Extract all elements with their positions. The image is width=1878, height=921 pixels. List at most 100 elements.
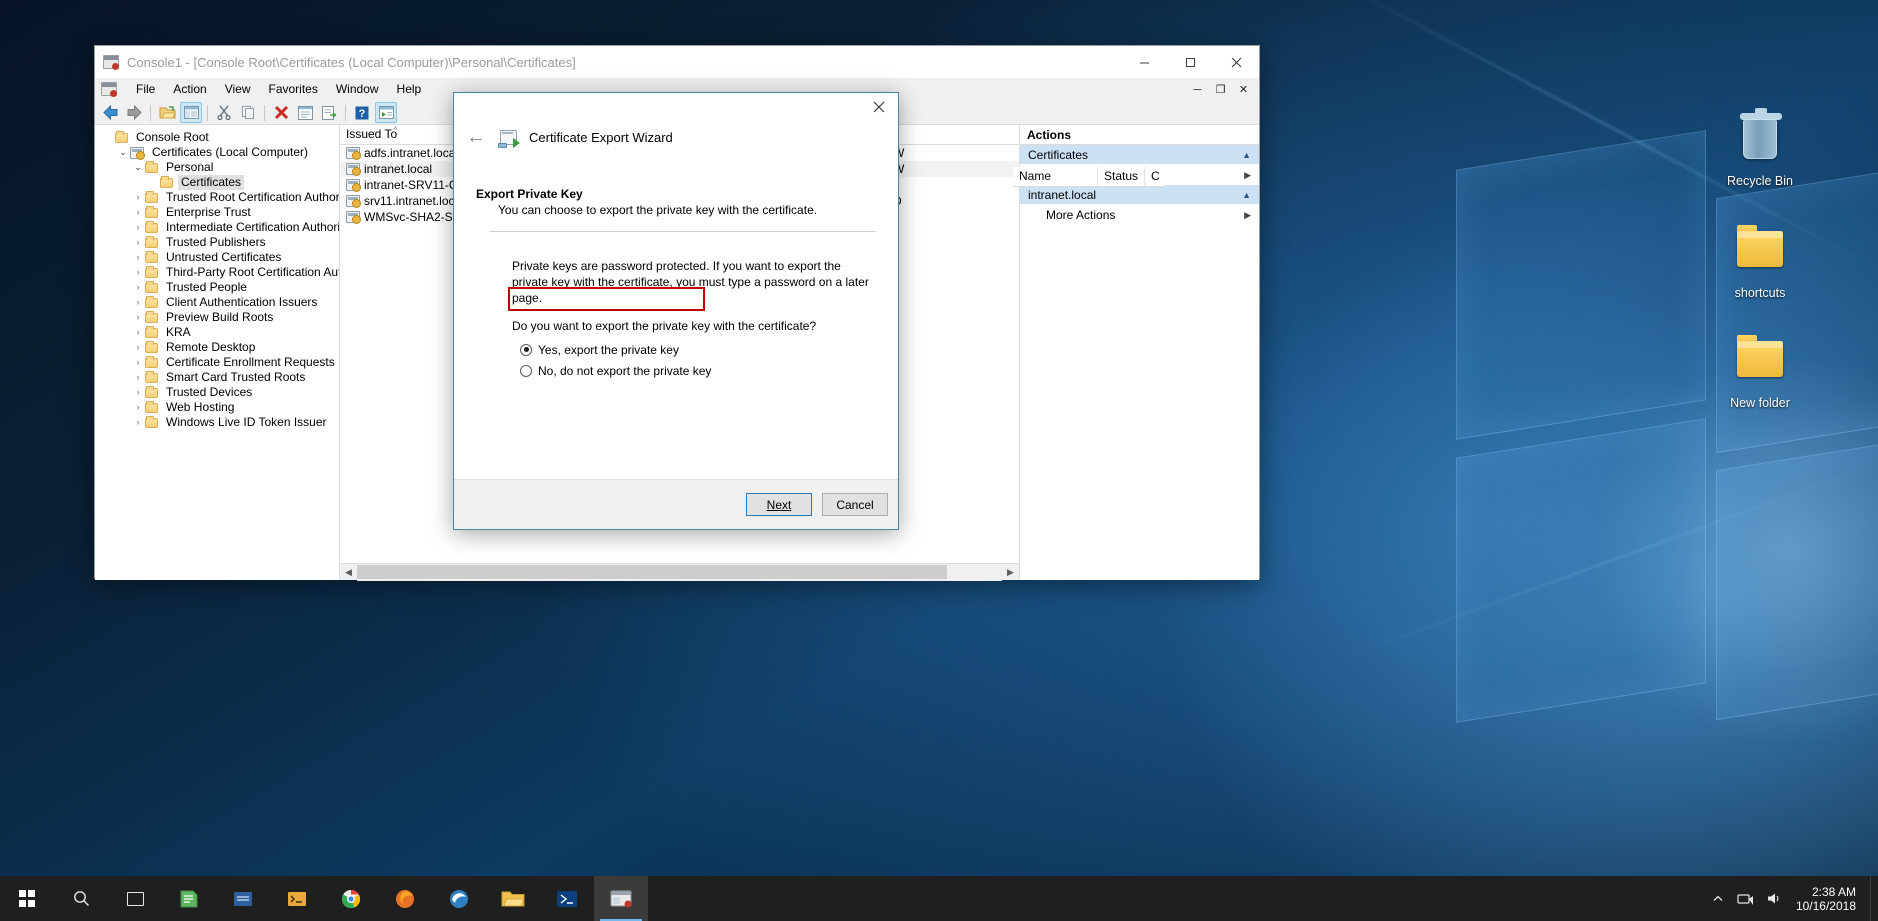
column-header-issued-to[interactable]: Issued To ^ [340, 125, 452, 144]
tree-item[interactable]: Console Root [95, 130, 339, 145]
minimize-button[interactable] [1121, 46, 1167, 78]
horizontal-scrollbar[interactable]: ◀ ▶ [340, 563, 1019, 581]
menu-item-window[interactable]: Window [327, 79, 388, 99]
taskbar-app-chrome[interactable] [324, 876, 378, 921]
menu-item-file[interactable]: File [127, 79, 164, 99]
tree-item[interactable]: › Windows Live ID Token Issuer [95, 415, 339, 430]
next-button[interactable]: Next [746, 493, 812, 516]
chevron-right-icon[interactable]: › [131, 310, 145, 325]
menu-item-help[interactable]: Help [388, 79, 431, 99]
chevron-right-icon[interactable]: › [131, 190, 145, 205]
properties-button[interactable] [294, 102, 316, 123]
tree-item[interactable]: › Trusted Publishers [95, 235, 339, 250]
menu-item-favorites[interactable]: Favorites [260, 79, 327, 99]
chevron-right-icon[interactable]: › [131, 355, 145, 370]
help-button[interactable]: ? [351, 102, 373, 123]
document-minimize-button[interactable]: ─ [1191, 84, 1204, 96]
tree-item[interactable]: › KRA [95, 325, 339, 340]
scroll-left-button[interactable]: ◀ [340, 564, 357, 581]
taskbar-clock[interactable]: 2:38 AM 10/16/2018 [1788, 885, 1870, 913]
chevron-right-icon[interactable]: › [131, 220, 145, 235]
chevron-right-icon[interactable]: › [131, 280, 145, 295]
desktop-icon-shortcuts[interactable]: shortcuts [1708, 222, 1812, 301]
menu-item-action[interactable]: Action [164, 79, 215, 99]
cut-button[interactable] [213, 102, 235, 123]
tree-item[interactable]: › Certificate Enrollment Requests [95, 355, 339, 370]
wizard-close-button[interactable] [860, 93, 898, 121]
taskbar-app-edge[interactable] [432, 876, 486, 921]
tray-expand-chevron-icon[interactable] [1704, 876, 1732, 921]
open-folder-button[interactable] [156, 102, 178, 123]
document-close-button[interactable]: ✕ [1237, 83, 1250, 96]
scrollbar-thumb[interactable] [357, 564, 947, 579]
tree-item[interactable]: › Trusted Devices [95, 385, 339, 400]
desktop-icon-new-folder[interactable]: New folder [1708, 332, 1812, 411]
back-arrow-icon[interactable]: ← [464, 125, 488, 149]
scroll-right-button[interactable]: ▶ [1002, 564, 1019, 581]
tree-item[interactable]: › Web Hosting [95, 400, 339, 415]
taskbar-app-filezilla[interactable] [216, 876, 270, 921]
start-button[interactable] [0, 876, 54, 921]
forward-button[interactable] [123, 102, 145, 123]
tree-item[interactable]: › Untrusted Certificates [95, 250, 339, 265]
tray-network-icon[interactable] [1732, 876, 1760, 921]
export-list-button[interactable] [318, 102, 340, 123]
column-header-name[interactable]: Name [1013, 167, 1098, 186]
taskbar-app-notepadpp[interactable] [162, 876, 216, 921]
chevron-right-icon[interactable]: › [131, 415, 145, 430]
document-restore-button[interactable]: ❐ [1214, 83, 1227, 96]
close-button[interactable] [1213, 46, 1259, 78]
chevron-right-icon[interactable]: › [131, 370, 145, 385]
chevron-right-icon[interactable]: › [131, 400, 145, 415]
column-header-c[interactable]: C [1145, 167, 1165, 186]
console-tree-pane[interactable]: Console Root ⌄ Certificates (Local Compute… [95, 125, 340, 580]
tree-item[interactable]: › Preview Build Roots [95, 310, 339, 325]
collapse-triangle-icon[interactable]: ▲ [1242, 190, 1251, 200]
chevron-right-icon[interactable]: › [131, 265, 145, 280]
chevron-right-icon[interactable]: › [131, 235, 145, 250]
tray-volume-icon[interactable] [1760, 876, 1788, 921]
desktop-icon-recycle-bin[interactable]: Recycle Bin [1708, 108, 1812, 189]
tree-item[interactable]: › Third-Party Root Certification Authorit… [95, 265, 340, 280]
task-view-button[interactable] [108, 876, 162, 921]
radio-button-icon[interactable] [520, 343, 532, 356]
taskbar-app-powershell[interactable] [540, 876, 594, 921]
taskbar-app-explorer[interactable] [486, 876, 540, 921]
chevron-right-icon[interactable]: › [131, 385, 145, 400]
scrollbar-track[interactable] [357, 563, 1002, 581]
chevron-right-icon[interactable]: › [131, 340, 145, 355]
chevron-right-icon[interactable]: › [131, 295, 145, 310]
taskbar-app-firefox[interactable] [378, 876, 432, 921]
tree-item[interactable]: › Trusted People [95, 280, 339, 295]
chevron-down-icon[interactable]: ⌄ [131, 160, 145, 175]
back-button[interactable] [99, 102, 121, 123]
mmc-titlebar[interactable]: Console1 - [Console Root\Certificates (L… [95, 46, 1259, 78]
tree-item[interactable]: Certificates [95, 175, 339, 190]
tree-item[interactable]: › Intermediate Certification Authorities [95, 220, 340, 235]
taskbar-app-mmc[interactable] [594, 876, 648, 921]
tree-item[interactable]: › Trusted Root Certification Authorities [95, 190, 340, 205]
column-header-status[interactable]: Status [1098, 167, 1145, 186]
radio-yes-export-private-key[interactable]: Yes, export the private key [476, 339, 876, 360]
actions-group-header[interactable]: intranet.local ▲ [1020, 185, 1259, 205]
show-hide-tree-button[interactable] [180, 102, 202, 123]
tree-item[interactable]: ⌄ Certificates (Local Computer) [95, 145, 339, 160]
delete-button[interactable] [270, 102, 292, 123]
chevron-right-icon[interactable]: › [131, 325, 145, 340]
copy-button[interactable] [237, 102, 259, 123]
wizard-titlebar[interactable] [454, 93, 898, 121]
tree-item[interactable]: › Enterprise Trust [95, 205, 339, 220]
show-desktop-button[interactable] [1870, 876, 1878, 921]
show-action-pane-button[interactable] [375, 102, 397, 123]
tree-item[interactable]: › Smart Card Trusted Roots [95, 370, 339, 385]
chevron-down-icon[interactable]: ⌄ [116, 145, 130, 160]
tree-item[interactable]: ⌄ Personal [95, 160, 339, 175]
maximize-button[interactable] [1167, 46, 1213, 78]
taskbar-app-terminal[interactable] [270, 876, 324, 921]
search-button[interactable] [54, 876, 108, 921]
tree-item[interactable]: › Client Authentication Issuers [95, 295, 339, 310]
cancel-button[interactable]: Cancel [822, 493, 888, 516]
actions-menu-item[interactable]: More Actions ▶ [1020, 205, 1259, 225]
collapse-triangle-icon[interactable]: ▲ [1242, 150, 1251, 160]
radio-no-do-not-export-private-key[interactable]: No, do not export the private key [476, 360, 876, 381]
